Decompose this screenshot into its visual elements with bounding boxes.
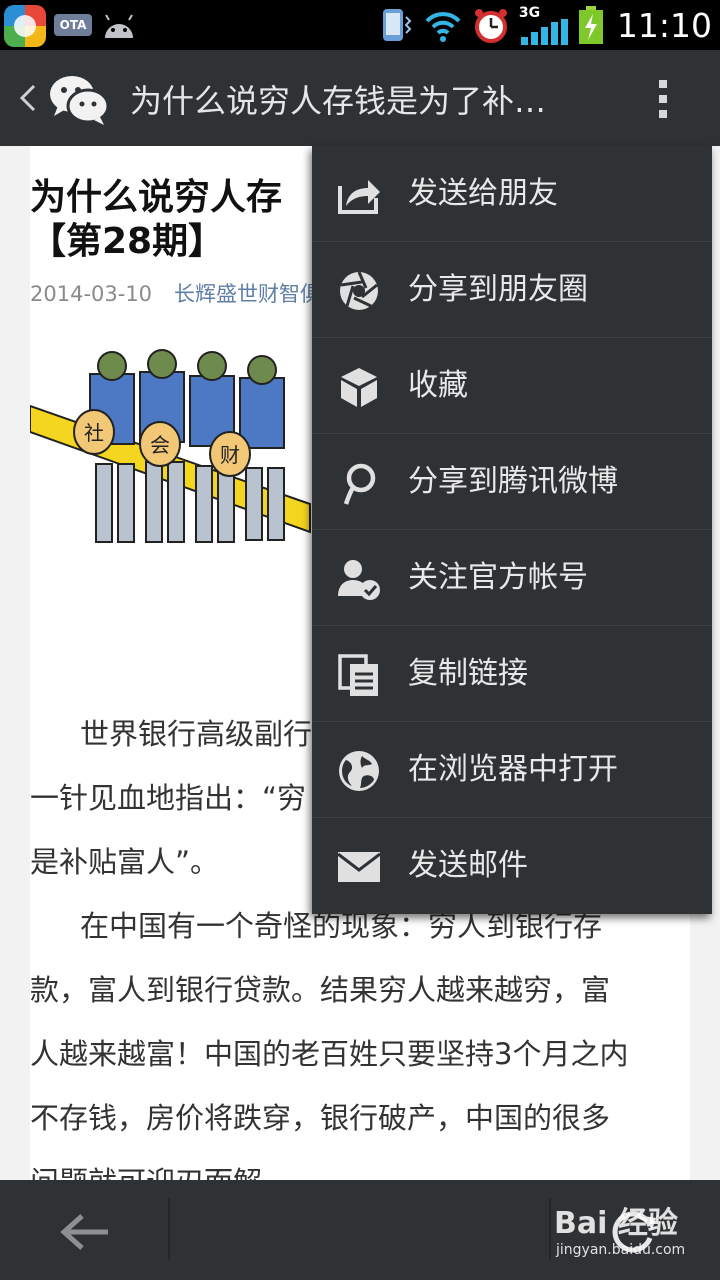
refresh-icon[interactable] — [606, 1204, 660, 1258]
follow-account-icon — [338, 560, 380, 600]
menu-item-label: 复制链接 — [408, 656, 528, 691]
menu-item-label: 在浏览器中打开 — [408, 752, 618, 787]
menu-item-label: 收藏 — [408, 368, 468, 403]
action-bar: 为什么说穷人存钱是为了补… — [0, 50, 720, 146]
menu-item-send-email[interactable]: 发送邮件 — [312, 818, 712, 914]
menu-item-label: 分享到朋友圈 — [408, 272, 588, 307]
divider — [549, 1198, 551, 1260]
article-author-link[interactable]: 长辉盛世财智俱 — [174, 282, 321, 306]
body-line: 不存钱，房价将跌穿，银行破产，中国的很多 — [30, 1101, 611, 1135]
menu-item-label: 分享到腾讯微博 — [408, 464, 618, 499]
battery-charging-icon — [578, 6, 603, 44]
menu-item-label: 关注官方帐号 — [408, 560, 588, 595]
image-label-2: 会 — [150, 433, 170, 457]
moments-aperture-icon — [340, 271, 378, 310]
tencent-weibo-icon — [343, 463, 376, 505]
mail-icon — [337, 852, 381, 882]
copy-link-icon — [338, 654, 378, 696]
vibrate-icon — [382, 9, 412, 41]
menu-item-open-in-browser[interactable]: 在浏览器中打开 — [312, 722, 712, 818]
alarm-icon — [474, 9, 507, 43]
favorite-box-icon — [341, 368, 377, 407]
image-label-3: 财 — [220, 443, 240, 467]
overflow-menu: 发送给朋友 分享到朋友圈 收藏 分享到腾讯微博 关注官方帐号 复制链接 在浏览器… — [312, 146, 712, 914]
divider — [168, 1198, 170, 1260]
image-label-1: 社 — [84, 421, 104, 445]
wechat-logo-icon — [50, 76, 110, 125]
body-line: 人越来越富！中国的老百姓只要坚持3个月之内 — [30, 1037, 629, 1071]
arrow-left-icon[interactable] — [58, 1210, 112, 1254]
menu-item-follow-account[interactable]: 关注官方帐号 — [312, 530, 712, 626]
menu-item-share-moments[interactable]: 分享到朋友圈 — [312, 242, 712, 338]
chevron-left-icon[interactable] — [10, 78, 46, 118]
article-date: 2014-03-10 — [30, 282, 153, 306]
signal-icon: 3G — [519, 5, 569, 45]
share-forward-icon — [338, 180, 380, 214]
menu-item-share-tencent-weibo[interactable]: 分享到腾讯微博 — [312, 434, 712, 530]
menu-item-copy-link[interactable]: 复制链接 — [312, 626, 712, 722]
menu-item-label: 发送邮件 — [408, 848, 528, 883]
android-icon — [105, 14, 133, 38]
overflow-menu-icon[interactable] — [652, 76, 674, 122]
menu-item-label: 发送给朋友 — [408, 176, 558, 211]
page-title: 为什么说穷人存钱是为了补… — [130, 82, 547, 120]
body-line: 款，富人到银行贷款。结果穷人越来越穷，富 — [30, 973, 611, 1007]
wifi-icon — [425, 12, 461, 42]
menu-item-send-to-friend[interactable]: 发送给朋友 — [312, 146, 712, 242]
menu-item-favorite[interactable]: 收藏 — [312, 338, 712, 434]
status-bar: OTA 3G 11:10 — [0, 0, 720, 50]
bottom-bar — [0, 1180, 720, 1280]
globe-browser-icon — [339, 751, 379, 791]
article-meta: 2014-03-10 长辉盛世财智俱 — [30, 278, 321, 308]
ota-icon: OTA — [54, 14, 92, 36]
app-store-icon — [4, 5, 46, 47]
clock: 11:10 — [616, 5, 712, 45]
body-line: 问题就可迎刃而解。 — [30, 1150, 690, 1180]
